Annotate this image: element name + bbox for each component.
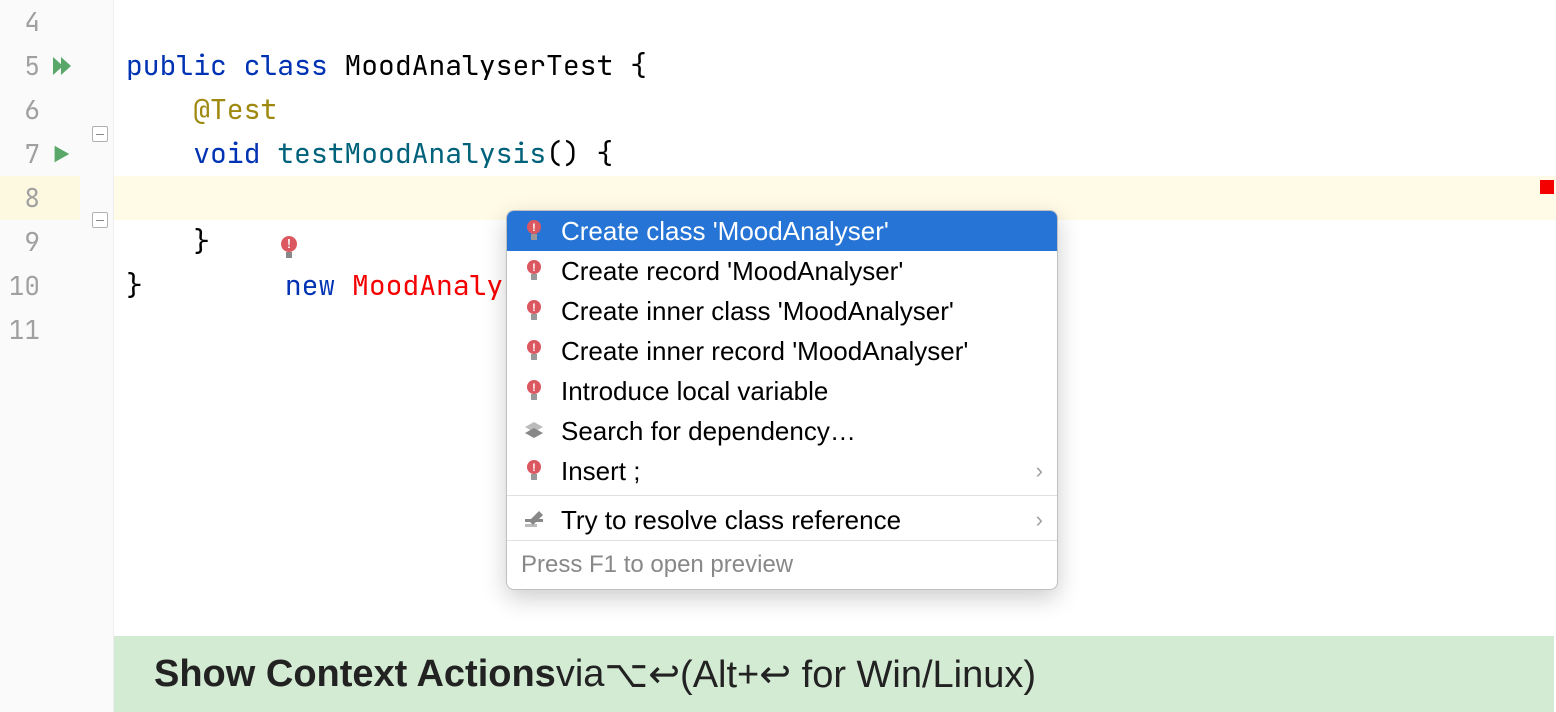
- bulb-red-icon: !: [521, 298, 547, 324]
- line-number: 9: [0, 220, 80, 264]
- gutter: 4 5 6 7 8 9 10 11: [0, 0, 86, 712]
- popup-item-label: Introduce local variable: [561, 376, 1043, 407]
- popup-separator: [507, 495, 1057, 496]
- svg-text:!: !: [532, 382, 536, 394]
- popup-item[interactable]: ! Create inner class 'MoodAnalyser': [507, 291, 1057, 331]
- popup-footer: Press F1 to open preview: [507, 540, 1057, 589]
- popup-item-label: Insert ;: [561, 456, 1036, 487]
- bulb-red-icon: !: [521, 258, 547, 284]
- error-stripe-marker[interactable]: [1540, 180, 1554, 194]
- hint-shortcut-mac: ⌥↩: [604, 652, 680, 697]
- intention-popup: ! Create class 'MoodAnalyser'! Create reco…: [506, 210, 1058, 590]
- popup-item-label: Create record 'MoodAnalyser': [561, 256, 1043, 287]
- chevron-right-icon: ›: [1036, 507, 1043, 533]
- line-number: 8: [0, 176, 80, 220]
- popup-item-label: Create inner class 'MoodAnalyser': [561, 296, 1043, 327]
- run-class-icon[interactable]: [48, 53, 74, 79]
- code-line[interactable]: void testMoodAnalysis() {: [114, 132, 1556, 176]
- pencil-icon: [521, 507, 547, 533]
- fold-strip: [86, 0, 114, 712]
- code-line[interactable]: @Test: [114, 88, 1556, 132]
- popup-item-label: Create inner record 'MoodAnalyser': [561, 336, 1043, 367]
- bulb-red-icon: !: [521, 338, 547, 364]
- bulb-red-icon: !: [521, 458, 547, 484]
- line-number: 10: [0, 264, 80, 308]
- line-number: 7: [0, 132, 80, 176]
- run-test-icon[interactable]: [48, 141, 74, 167]
- svg-text:!: !: [532, 302, 536, 314]
- fold-handle-icon[interactable]: [92, 126, 108, 142]
- chevron-right-icon: ›: [1036, 458, 1043, 484]
- hint-text: (Alt+↩ for Win/Linux): [680, 652, 1036, 697]
- popup-item[interactable]: ! Create record 'MoodAnalyser': [507, 251, 1057, 291]
- bulb-red-icon: !: [521, 218, 547, 244]
- popup-item-resolve-reference[interactable]: Try to resolve class reference ›: [507, 500, 1057, 540]
- popup-item-label: Create class 'MoodAnalyser': [561, 216, 1043, 247]
- popup-item[interactable]: Search for dependency…: [507, 411, 1057, 451]
- line-number: 6: [0, 88, 80, 132]
- hint-text: via: [556, 653, 605, 696]
- bulb-red-icon: !: [521, 378, 547, 404]
- fold-handle-icon[interactable]: [92, 212, 108, 228]
- line-number: 4: [0, 0, 80, 44]
- svg-text:!: !: [532, 222, 536, 234]
- code-line[interactable]: [114, 0, 1556, 44]
- hint-banner: Show Context Actions via ⌥↩ (Alt+↩ for W…: [114, 636, 1554, 712]
- popup-item[interactable]: ! Create class 'MoodAnalyser': [507, 211, 1057, 251]
- svg-text:!: !: [532, 262, 536, 274]
- code-line[interactable]: public class MoodAnalyserTest {: [114, 44, 1556, 88]
- hint-title: Show Context Actions: [154, 653, 556, 696]
- svg-text:!: !: [532, 462, 536, 474]
- layers-icon: [521, 418, 547, 444]
- popup-item[interactable]: ! Create inner record 'MoodAnalyser': [507, 331, 1057, 371]
- popup-item-label: Try to resolve class reference: [561, 505, 1036, 536]
- popup-item-label: Search for dependency…: [561, 416, 1043, 447]
- line-number: 5: [0, 44, 80, 88]
- line-number: 11: [0, 308, 80, 352]
- popup-item[interactable]: ! Insert ;›: [507, 451, 1057, 491]
- svg-text:!: !: [532, 342, 536, 354]
- popup-item[interactable]: ! Introduce local variable: [507, 371, 1057, 411]
